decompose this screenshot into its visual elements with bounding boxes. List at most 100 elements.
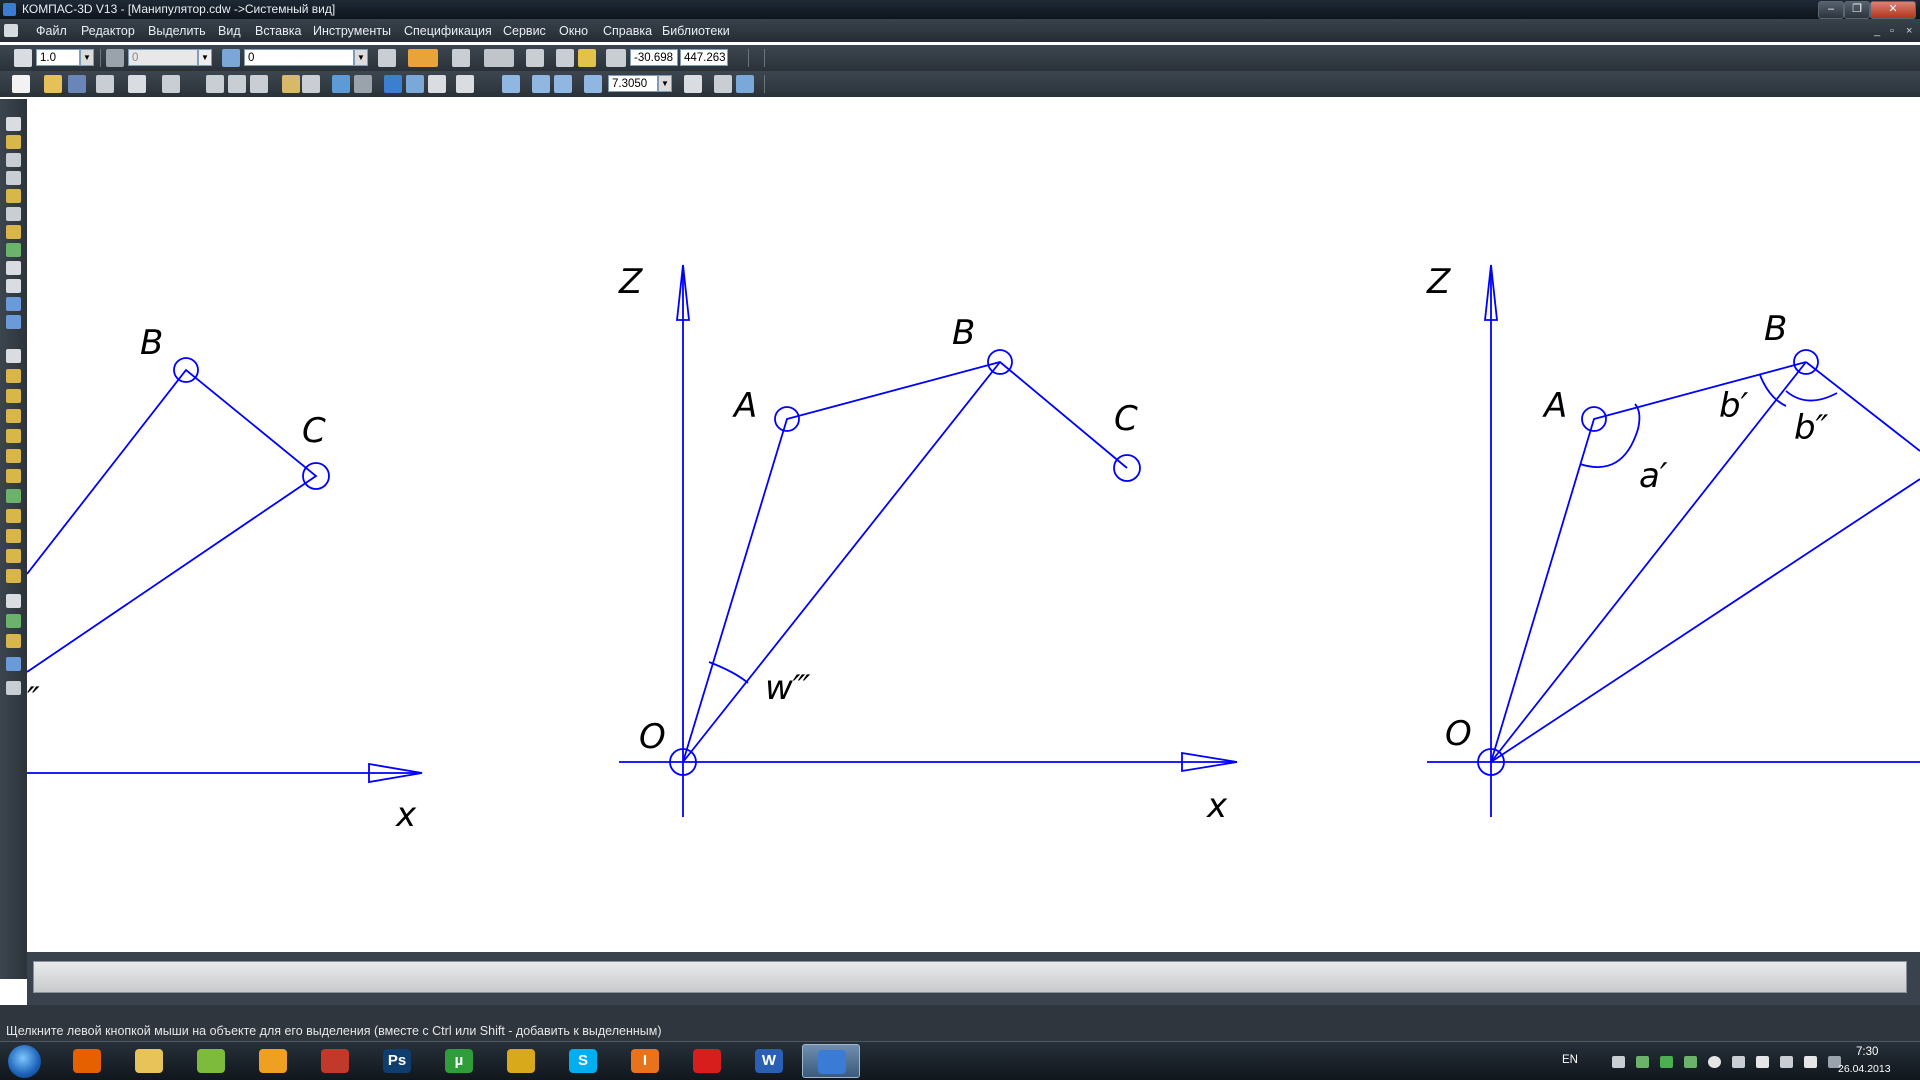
close-button[interactable]: ✕ — [1870, 1, 1916, 19]
menu-view[interactable]: Вид — [218, 24, 241, 38]
document-icon[interactable] — [4, 24, 18, 37]
tray-flag-icon[interactable] — [1756, 1056, 1769, 1068]
spline-tool-icon[interactable] — [6, 469, 21, 483]
menu-window[interactable]: Окно — [559, 24, 588, 38]
layer-props-icon[interactable] — [378, 49, 396, 67]
task-utorrent[interactable]: µ — [430, 1044, 488, 1078]
paste-icon[interactable] — [250, 75, 268, 93]
menu-editor[interactable]: Редактор — [81, 24, 135, 38]
save-icon[interactable] — [68, 75, 86, 93]
menu-tools[interactable]: Инструменты — [313, 24, 391, 38]
zoom-window-icon[interactable] — [502, 75, 520, 93]
tray-volume-icon[interactable] — [1804, 1056, 1817, 1068]
menu-insert[interactable]: Вставка — [255, 24, 301, 38]
scale-dropdown[interactable]: ▼ — [80, 49, 94, 66]
tray-tools-icon[interactable] — [1732, 1056, 1745, 1068]
tray-display-icon[interactable] — [1780, 1056, 1793, 1068]
task-splat[interactable] — [678, 1044, 736, 1078]
properties-icon[interactable] — [302, 75, 320, 93]
fillet-tool-icon[interactable] — [6, 569, 21, 583]
ortho-icon[interactable] — [452, 49, 470, 67]
collection-tool-icon[interactable] — [6, 681, 21, 695]
chamfer-tool-icon[interactable] — [6, 549, 21, 563]
manager-doc-icon[interactable] — [384, 75, 402, 93]
panel-dimensions-icon[interactable] — [6, 153, 21, 167]
panel-params-icon[interactable] — [6, 207, 21, 221]
style-dropdown[interactable]: ▼ — [198, 49, 212, 66]
mdi-minimize-button[interactable]: _ — [1874, 25, 1880, 37]
scale-field[interactable]: 1.0 — [36, 49, 80, 66]
grid-icon[interactable] — [484, 49, 514, 67]
snap-toggle-icon[interactable] — [578, 49, 596, 67]
tray-nvidia-icon[interactable] — [1660, 1056, 1673, 1068]
task-kompas[interactable] — [802, 1044, 860, 1078]
task-swirl[interactable] — [244, 1044, 302, 1078]
panel-measure-icon[interactable] — [6, 225, 21, 239]
task-firefox[interactable] — [58, 1044, 116, 1078]
local-cs-icon[interactable] — [526, 49, 544, 67]
nurbs-tool-icon[interactable] — [6, 529, 21, 543]
coord-y-field[interactable]: 447.263 — [680, 49, 728, 66]
redo-icon[interactable] — [354, 75, 372, 93]
copy-icon[interactable] — [228, 75, 246, 93]
mdi-close-button[interactable]: × — [1906, 25, 1912, 37]
layer-icon[interactable] — [222, 49, 240, 67]
variables-icon[interactable] — [406, 75, 424, 93]
panel-symbols-icon[interactable] — [6, 171, 21, 185]
language-indicator[interactable]: EN — [1562, 1054, 1578, 1066]
snap-mode-icon[interactable] — [408, 49, 438, 67]
panel-insert-icon[interactable] — [6, 297, 21, 311]
start-button[interactable] — [8, 1045, 41, 1078]
menu-specification[interactable]: Спецификация — [404, 24, 492, 38]
show-all-icon[interactable] — [714, 75, 732, 93]
kompas-app-icon[interactable] — [3, 3, 16, 16]
style-field[interactable]: 0 — [128, 49, 198, 66]
menu-libraries[interactable]: Библиотеки — [662, 24, 730, 38]
ellipse-tool-icon[interactable] — [6, 449, 21, 463]
zoom-out-icon[interactable] — [554, 75, 572, 93]
format-brush-icon[interactable] — [282, 75, 300, 93]
menu-help[interactable]: Справка — [603, 24, 652, 38]
menu-file[interactable]: Файл — [36, 24, 67, 38]
equidistant-tool-icon[interactable] — [6, 657, 21, 671]
layer-field[interactable]: 0 — [244, 49, 354, 66]
zoom-scale-icon[interactable] — [584, 75, 602, 93]
polyline-tool-icon[interactable] — [6, 489, 21, 503]
task-chrome[interactable] — [492, 1044, 550, 1078]
grid-snap-icon[interactable] — [14, 49, 32, 67]
tray-clock-app-icon[interactable] — [1708, 1056, 1721, 1068]
manager-icon[interactable] — [162, 75, 180, 93]
new-document-icon[interactable] — [12, 75, 30, 93]
rectangle-tool-icon[interactable] — [6, 594, 21, 608]
hatch-tool-icon[interactable] — [6, 634, 21, 648]
aux-line-tool-icon[interactable] — [6, 369, 21, 383]
circle-tool-icon[interactable] — [6, 409, 21, 423]
preview-icon[interactable] — [128, 75, 146, 93]
mdi-restore-button[interactable]: ▫ — [1890, 25, 1894, 37]
segment-tool-icon[interactable] — [6, 389, 21, 403]
task-word[interactable]: W — [740, 1044, 798, 1078]
task-i-app[interactable]: I — [616, 1044, 674, 1078]
undo-icon[interactable] — [332, 75, 350, 93]
cut-icon[interactable] — [206, 75, 224, 93]
task-recycle[interactable] — [182, 1044, 240, 1078]
panel-spec-icon[interactable] — [6, 261, 21, 275]
task-pin[interactable] — [306, 1044, 364, 1078]
tray-time[interactable]: 7:30 — [1856, 1046, 1878, 1058]
task-explorer[interactable] — [120, 1044, 178, 1078]
help-pointer-icon[interactable] — [456, 75, 474, 93]
zoom-in-icon[interactable] — [532, 75, 550, 93]
menu-service[interactable]: Сервис — [503, 24, 546, 38]
task-skype[interactable]: S — [554, 1044, 612, 1078]
coord-x-field[interactable]: -30.698 — [630, 49, 678, 66]
style-icon[interactable] — [106, 49, 124, 67]
bezier-tool-icon[interactable] — [6, 509, 21, 523]
arc-tool-icon[interactable] — [6, 429, 21, 443]
fx-icon[interactable] — [428, 75, 446, 93]
pan-icon[interactable] — [684, 75, 702, 93]
refresh-icon[interactable] — [736, 75, 754, 93]
tray-green-icon[interactable] — [1684, 1056, 1697, 1068]
task-photoshop[interactable]: Ps — [368, 1044, 426, 1078]
panel-select-icon[interactable] — [6, 117, 21, 131]
print-icon[interactable] — [96, 75, 114, 93]
